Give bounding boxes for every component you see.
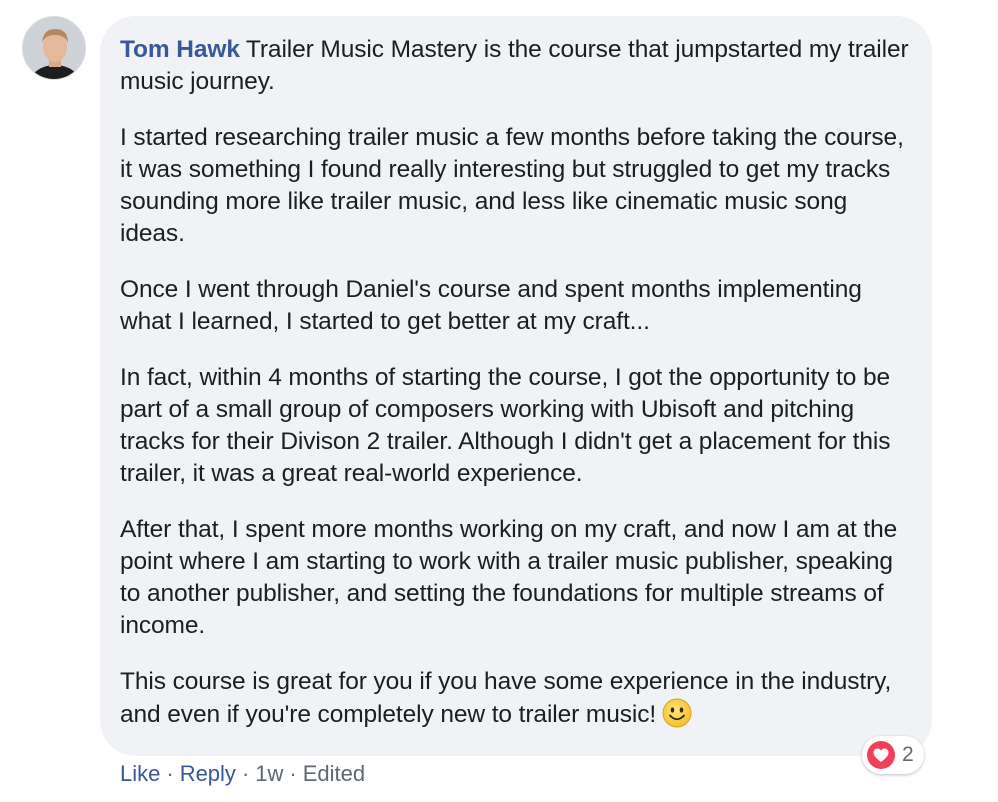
comment-paragraph: Once I went through Daniel's course and … (120, 276, 862, 335)
separator: · (166, 761, 174, 786)
separator: · (289, 761, 297, 786)
comment-paragraph: This course is great for you if you have… (120, 666, 912, 731)
comment-bubble: Tom Hawk Trailer Music Mastery is the cou… (100, 16, 932, 756)
comment-paragraph: In fact, within 4 months of starting the… (120, 364, 891, 487)
avatar[interactable] (22, 16, 86, 80)
comment-paragraph: I started researching trailer music a fe… (120, 124, 904, 247)
author-name[interactable]: Tom Hawk (120, 36, 240, 63)
timestamp[interactable]: 1w (255, 761, 283, 786)
avatar-image (23, 17, 85, 79)
comment-text: This course is great for you if you have… (120, 668, 892, 728)
separator: · (241, 761, 250, 786)
comment-actions: Like · Reply · 1w · Edited (120, 760, 365, 788)
edited-label[interactable]: Edited (303, 761, 365, 786)
comment: Tom Hawk Trailer Music Mastery is the cou… (22, 16, 982, 796)
reply-link[interactable]: Reply (180, 761, 236, 786)
heart-icon (867, 741, 895, 769)
comment-paragraph: After that, I spent more months working … (120, 516, 898, 639)
smiley-emoji-icon (662, 698, 692, 728)
comment-paragraph: Tom Hawk Trailer Music Mastery is the cou… (120, 34, 912, 98)
like-link[interactable]: Like (120, 761, 160, 786)
reaction-badge[interactable]: 2 (862, 736, 924, 774)
reaction-count: 2 (902, 743, 914, 766)
